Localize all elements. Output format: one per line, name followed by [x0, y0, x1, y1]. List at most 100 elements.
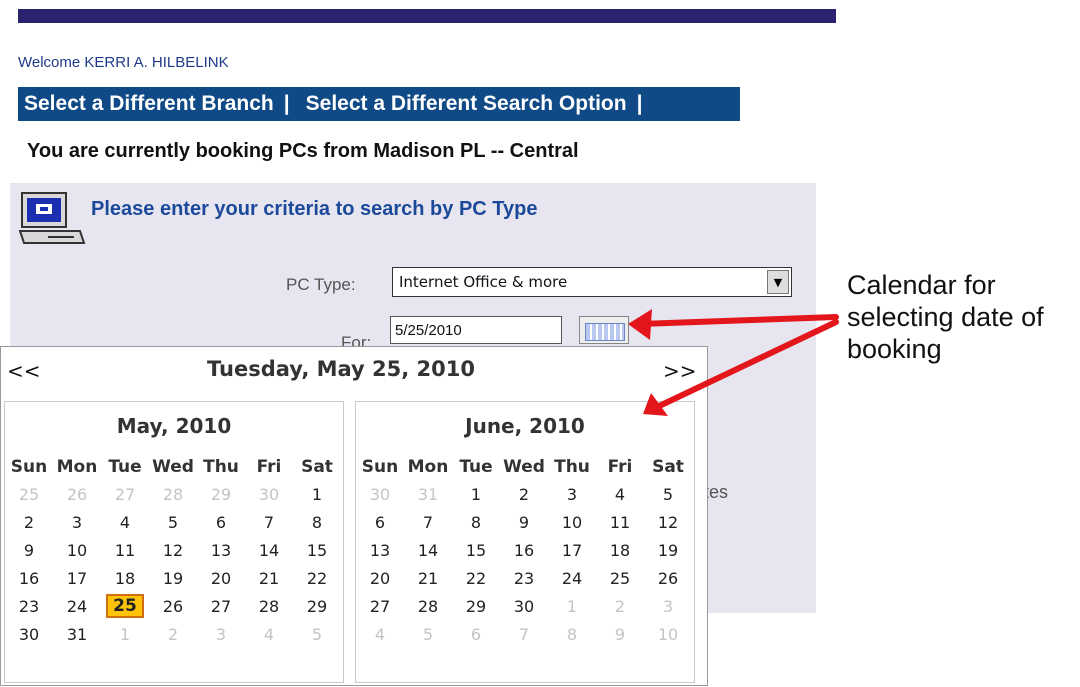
day-cell[interactable]: 8 — [452, 508, 500, 536]
day-cell[interactable]: 5 — [644, 480, 692, 508]
day-cell[interactable]: 16 — [5, 564, 53, 592]
day-cell[interactable]: 3 — [197, 620, 245, 648]
day-cell[interactable]: 11 — [596, 508, 644, 536]
day-cell[interactable]: 18 — [596, 536, 644, 564]
day-cell[interactable]: 20 — [197, 564, 245, 592]
day-cell[interactable]: 9 — [5, 536, 53, 564]
day-cell[interactable]: 14 — [245, 536, 293, 564]
weekday-header: Thu — [554, 457, 590, 477]
day-cell[interactable]: 30 — [245, 480, 293, 508]
day-cell[interactable]: 26 — [53, 480, 101, 508]
day-cell[interactable]: 29 — [452, 592, 500, 620]
selected-day-cell[interactable]: 25 — [101, 592, 149, 620]
day-cell[interactable]: 26 — [149, 592, 197, 620]
day-cell[interactable]: 5 — [149, 508, 197, 536]
day-cell[interactable]: 2 — [5, 508, 53, 536]
date-field[interactable]: 5/25/2010 — [390, 316, 562, 344]
day-cell[interactable]: 7 — [404, 508, 452, 536]
weekday-row: Sun Mon Tue Wed Thu Fri Sat — [356, 454, 692, 480]
computer-icon — [18, 192, 86, 244]
day-cell[interactable]: 7 — [500, 620, 548, 648]
day-cell[interactable]: 13 — [197, 536, 245, 564]
day-cell[interactable]: 18 — [101, 564, 149, 592]
day-cell[interactable]: 29 — [197, 480, 245, 508]
day-cell[interactable]: 12 — [644, 508, 692, 536]
day-cell[interactable]: 16 — [500, 536, 548, 564]
day-cell[interactable]: 25 — [596, 564, 644, 592]
day-cell[interactable]: 24 — [53, 592, 101, 620]
day-cell[interactable]: 2 — [596, 592, 644, 620]
day-cell[interactable]: 10 — [548, 508, 596, 536]
day-cell[interactable]: 27 — [101, 480, 149, 508]
prev-month-button[interactable]: << — [7, 359, 41, 383]
day-cell[interactable]: 23 — [5, 592, 53, 620]
day-cell[interactable]: 2 — [149, 620, 197, 648]
pc-type-select[interactable]: Internet Office & more ▼ — [392, 267, 792, 297]
day-cell[interactable]: 19 — [149, 564, 197, 592]
day-cell[interactable]: 15 — [293, 536, 341, 564]
day-cell[interactable]: 4 — [356, 620, 404, 648]
day-cell[interactable]: 17 — [53, 564, 101, 592]
day-cell[interactable]: 2 — [500, 480, 548, 508]
day-cell[interactable]: 20 — [356, 564, 404, 592]
select-search-option-link[interactable]: Select a Different Search Option — [306, 92, 627, 116]
day-cell[interactable]: 3 — [644, 592, 692, 620]
day-cell[interactable]: 12 — [149, 536, 197, 564]
day-cell[interactable]: 28 — [404, 592, 452, 620]
day-cell[interactable]: 14 — [404, 536, 452, 564]
day-cell[interactable]: 9 — [596, 620, 644, 648]
day-cell[interactable]: 24 — [548, 564, 596, 592]
day-cell[interactable]: 21 — [404, 564, 452, 592]
day-cell[interactable]: 6 — [452, 620, 500, 648]
day-cell[interactable]: 3 — [53, 508, 101, 536]
day-cell[interactable]: 5 — [404, 620, 452, 648]
day-cell[interactable]: 26 — [644, 564, 692, 592]
day-cell[interactable]: 4 — [596, 480, 644, 508]
day-cell[interactable]: 19 — [644, 536, 692, 564]
day-cell[interactable]: 4 — [245, 620, 293, 648]
week-row: 4 5 6 7 8 9 10 — [356, 620, 692, 648]
day-cell[interactable]: 4 — [101, 508, 149, 536]
day-cell[interactable]: 31 — [53, 620, 101, 648]
day-cell[interactable]: 30 — [356, 480, 404, 508]
day-cell[interactable]: 22 — [452, 564, 500, 592]
day-cell[interactable]: 21 — [245, 564, 293, 592]
day-cell[interactable]: 7 — [245, 508, 293, 536]
day-cell[interactable]: 10 — [53, 536, 101, 564]
weekday-header: Mon — [407, 457, 449, 477]
day-cell[interactable]: 15 — [452, 536, 500, 564]
day-cell[interactable]: 30 — [5, 620, 53, 648]
day-cell[interactable]: 17 — [548, 536, 596, 564]
day-cell[interactable]: 1 — [452, 480, 500, 508]
day-cell[interactable]: 28 — [245, 592, 293, 620]
day-cell[interactable]: 5 — [293, 620, 341, 648]
month-may: May, 2010 Sun Mon Tue Wed Thu Fri Sat 25 26 27 28… — [4, 401, 344, 683]
day-cell[interactable]: 3 — [548, 480, 596, 508]
day-cell[interactable]: 27 — [197, 592, 245, 620]
calendar-button[interactable] — [579, 316, 629, 344]
select-branch-link[interactable]: Select a Different Branch — [24, 92, 274, 116]
day-cell[interactable]: 6 — [197, 508, 245, 536]
day-cell[interactable]: 27 — [356, 592, 404, 620]
day-cell[interactable]: 1 — [101, 620, 149, 648]
day-cell[interactable]: 8 — [548, 620, 596, 648]
day-cell[interactable]: 11 — [101, 536, 149, 564]
day-cell[interactable]: 23 — [500, 564, 548, 592]
day-cell[interactable]: 30 — [500, 592, 548, 620]
day-cell[interactable]: 29 — [293, 592, 341, 620]
day-cell[interactable]: 1 — [293, 480, 341, 508]
day-cell[interactable]: 25 — [5, 480, 53, 508]
day-cell[interactable]: 10 — [644, 620, 692, 648]
day-cell[interactable]: 9 — [500, 508, 548, 536]
day-cell[interactable]: 31 — [404, 480, 452, 508]
day-cell[interactable]: 13 — [356, 536, 404, 564]
annotation-line: Calendar for — [847, 270, 996, 300]
day-cell[interactable]: 1 — [548, 592, 596, 620]
next-month-button[interactable]: >> — [663, 359, 697, 383]
day-cell[interactable]: 22 — [293, 564, 341, 592]
day-cell[interactable]: 28 — [149, 480, 197, 508]
day-cell[interactable]: 6 — [356, 508, 404, 536]
day-cell[interactable]: 8 — [293, 508, 341, 536]
top-banner — [18, 9, 836, 23]
chevron-down-icon[interactable]: ▼ — [767, 270, 789, 294]
